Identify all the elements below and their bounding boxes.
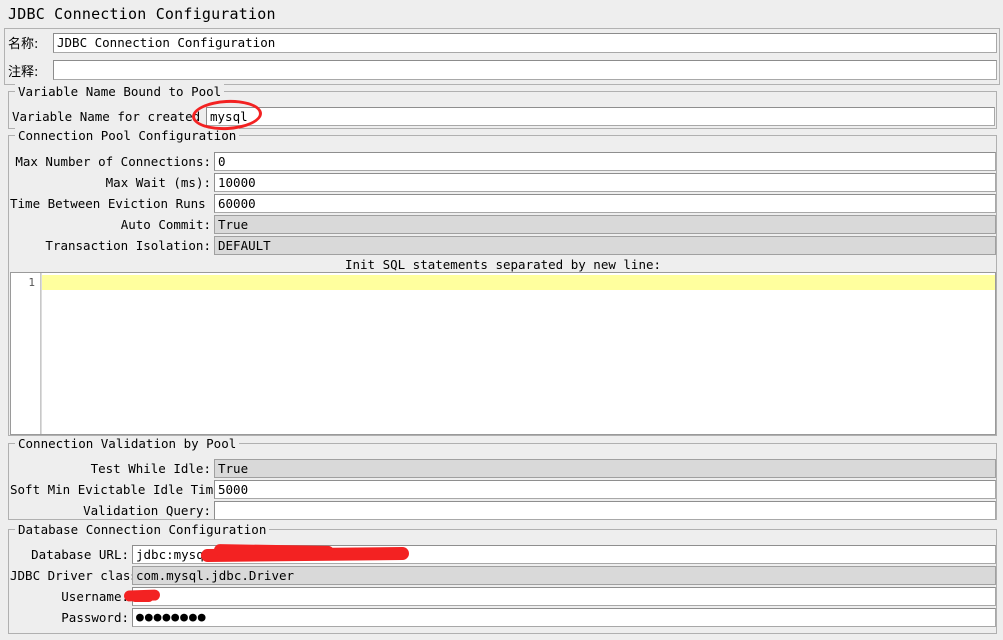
jdbc-connection-configuration-window: JDBC Connection Configuration 名称: JDBC C… — [0, 0, 1003, 640]
max-connections-input[interactable]: 0 — [214, 152, 996, 171]
name-row: 名称: JDBC Connection Configuration — [5, 29, 999, 56]
editor-gutter: 1 — [11, 273, 41, 434]
page-title: JDBC Connection Configuration — [8, 5, 276, 23]
database-url-row: Database URL: jdbc:mysql:// — [10, 544, 996, 565]
username-input[interactable] — [132, 587, 996, 606]
soft-min-evictable-row: Soft Min Evictable Idle Time(ms): 5000 — [10, 479, 996, 500]
validation-query-label: Validation Query: — [83, 503, 211, 518]
comment-input[interactable] — [53, 60, 997, 80]
password-row: Password: ●●●●●●●● — [10, 607, 996, 628]
init-sql-caption: Init SQL statements separated by new lin… — [344, 257, 662, 272]
jdbc-driver-class-select[interactable]: com.mysql.jdbc.Driver — [132, 566, 996, 585]
comment-label: 注释: — [8, 64, 39, 80]
variable-name-group-title: Variable Name Bound to Pool — [15, 84, 225, 99]
max-wait-row: Max Wait (ms): 10000 — [10, 172, 996, 193]
connection-validation-group: Connection Validation by Pool Test While… — [8, 436, 997, 521]
init-sql-editor[interactable]: 1 — [10, 272, 996, 435]
connection-validation-group-title: Connection Validation by Pool — [15, 436, 240, 451]
auto-commit-label: Auto Commit: — [120, 217, 211, 232]
comment-row: 注释: — [5, 56, 999, 84]
eviction-runs-input[interactable]: 60000 — [214, 194, 996, 213]
editor-active-line[interactable] — [42, 275, 995, 290]
database-url-label: Database URL: — [31, 547, 129, 562]
editor-text-area[interactable] — [41, 273, 995, 434]
validation-query-row: Validation Query: — [10, 500, 996, 521]
password-label: Password: — [61, 610, 129, 625]
connection-pool-group: Connection Pool Configuration Max Number… — [8, 128, 997, 436]
name-input[interactable]: JDBC Connection Configuration — [53, 32, 997, 53]
name-comment-panel: 名称: JDBC Connection Configuration 注释: — [4, 28, 1000, 85]
max-wait-label: Max Wait (ms): — [105, 175, 211, 190]
eviction-runs-row: Time Between Eviction Runs (ms): 60000 — [10, 193, 996, 214]
transaction-isolation-select[interactable]: DEFAULT — [214, 236, 996, 255]
editor-line-number: 1 — [28, 276, 35, 289]
max-wait-input[interactable]: 10000 — [214, 173, 996, 192]
database-connection-group-title: Database Connection Configuration — [15, 522, 270, 537]
max-connections-row: Max Number of Connections: 0 — [10, 151, 996, 172]
auto-commit-row: Auto Commit: True — [10, 214, 996, 235]
transaction-isolation-row: Transaction Isolation: DEFAULT — [10, 235, 996, 256]
auto-commit-select[interactable]: True — [214, 215, 996, 234]
jdbc-driver-class-label: JDBC Driver class: — [10, 568, 146, 583]
username-row: Username: — [10, 586, 996, 607]
variable-name-row: Variable Name for created pool: mysql — [12, 106, 995, 127]
window-title-bar: JDBC Connection Configuration — [0, 0, 1003, 28]
test-while-idle-select[interactable]: True — [214, 459, 996, 478]
soft-min-evictable-label: Soft Min Evictable Idle Time(ms): — [10, 482, 259, 497]
test-while-idle-row: Test While Idle: True — [10, 458, 996, 479]
variable-name-label: Variable Name for created pool: — [12, 109, 246, 124]
database-connection-group: Database Connection Configuration Databa… — [8, 522, 997, 634]
transaction-isolation-label: Transaction Isolation: — [45, 238, 211, 253]
variable-name-group: Variable Name Bound to Pool Variable Nam… — [8, 84, 997, 129]
max-connections-label: Max Number of Connections: — [15, 154, 211, 169]
connection-pool-group-title: Connection Pool Configuration — [15, 128, 240, 143]
name-label: 名称: — [8, 37, 39, 52]
username-label: Username: — [61, 589, 129, 604]
eviction-runs-label: Time Between Eviction Runs (ms): — [10, 196, 251, 211]
database-url-input[interactable]: jdbc:mysql:// — [132, 545, 996, 564]
validation-query-input[interactable] — [214, 501, 996, 520]
jdbc-driver-class-row: JDBC Driver class: com.mysql.jdbc.Driver — [10, 565, 996, 586]
password-input[interactable]: ●●●●●●●● — [132, 608, 996, 627]
test-while-idle-label: Test While Idle: — [90, 461, 211, 476]
soft-min-evictable-input[interactable]: 5000 — [214, 480, 996, 499]
variable-name-input[interactable]: mysql — [206, 107, 995, 126]
